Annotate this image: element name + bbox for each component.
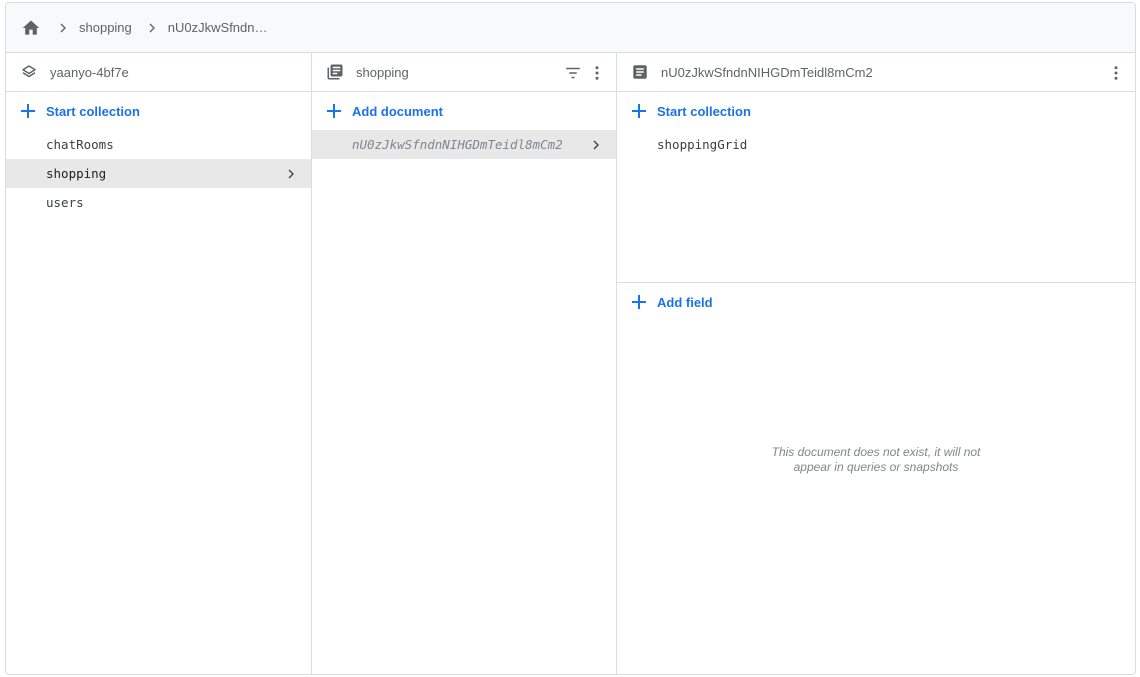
collection-header-actions [562, 53, 608, 92]
collection-icon [326, 63, 344, 81]
document-icon [631, 63, 649, 81]
chevron-right-icon [283, 159, 299, 188]
chevron-right-icon [140, 16, 164, 40]
subcollection-name: shoppingGrid [657, 137, 748, 152]
collection-column-header: shopping [312, 53, 616, 92]
start-collection-button[interactable]: Start collection [6, 92, 311, 130]
message-line-1: This document does not exist, it will no… [771, 445, 981, 459]
add-document-button[interactable]: Add document [312, 92, 616, 130]
document-item[interactable]: nU0zJkwSfndnNIHGDmTeidl8mCm2 [312, 130, 616, 159]
document-header-actions [1105, 53, 1127, 92]
breadcrumb-document[interactable]: nU0zJkwSfndn… [168, 20, 268, 35]
root-column-header: yaanyo-4bf7e [6, 53, 311, 92]
chevron-right-icon [51, 16, 75, 40]
collection-item-shopping[interactable]: shopping [6, 159, 311, 188]
collection-column: shopping Add document nU0zJkwSfndnNIHGDm… [311, 53, 616, 674]
chevron-right-icon [588, 130, 604, 159]
plus-icon [326, 103, 342, 119]
message-line-2: appear in queries or snapshots [793, 460, 959, 474]
subcollection-item-shoppinggrid[interactable]: shoppingGrid [617, 130, 1135, 159]
firestore-project-icon [20, 63, 38, 81]
collection-name: shopping [46, 166, 107, 181]
add-document-label: Add document [352, 103, 443, 119]
document-title: nU0zJkwSfndnNIHGDmTeidl8mCm2 [661, 64, 873, 80]
add-field-button[interactable]: Add field [617, 283, 1135, 321]
breadcrumb: shopping nU0zJkwSfndn… [6, 3, 1135, 53]
more-vert-icon[interactable] [1105, 61, 1127, 85]
start-subcollection-button[interactable]: Start collection [617, 92, 1135, 130]
collection-name: chatRooms [46, 137, 114, 152]
document-column: nU0zJkwSfndnNIHGDmTeidl8mCm2 Start colle… [616, 53, 1135, 674]
start-collection-label: Start collection [46, 103, 140, 119]
collection-title: shopping [356, 64, 409, 80]
breadcrumb-collection[interactable]: shopping [79, 20, 132, 35]
document-missing-message: This document does not exist, it will no… [617, 445, 1135, 475]
plus-icon [631, 103, 647, 119]
home-icon[interactable] [19, 16, 43, 40]
firestore-data-viewer: shopping nU0zJkwSfndn… yaanyo-4bf7e Star… [5, 2, 1136, 675]
panel-columns: yaanyo-4bf7e Start collection chatRooms … [6, 53, 1135, 674]
root-column: yaanyo-4bf7e Start collection chatRooms … [6, 53, 311, 674]
start-collection-label: Start collection [657, 103, 751, 119]
collection-item-users[interactable]: users [6, 188, 311, 217]
collection-item-chatrooms[interactable]: chatRooms [6, 130, 311, 159]
plus-icon [20, 103, 36, 119]
project-name: yaanyo-4bf7e [50, 64, 129, 80]
document-id: nU0zJkwSfndnNIHGDmTeidl8mCm2 [352, 137, 563, 152]
collection-name: users [46, 195, 84, 210]
more-vert-icon[interactable] [586, 61, 608, 85]
document-column-header: nU0zJkwSfndnNIHGDmTeidl8mCm2 [617, 53, 1135, 92]
plus-icon [631, 294, 647, 310]
add-field-label: Add field [657, 294, 713, 310]
filter-icon[interactable] [562, 61, 584, 85]
subcollections-section: Start collection shoppingGrid [617, 92, 1135, 283]
